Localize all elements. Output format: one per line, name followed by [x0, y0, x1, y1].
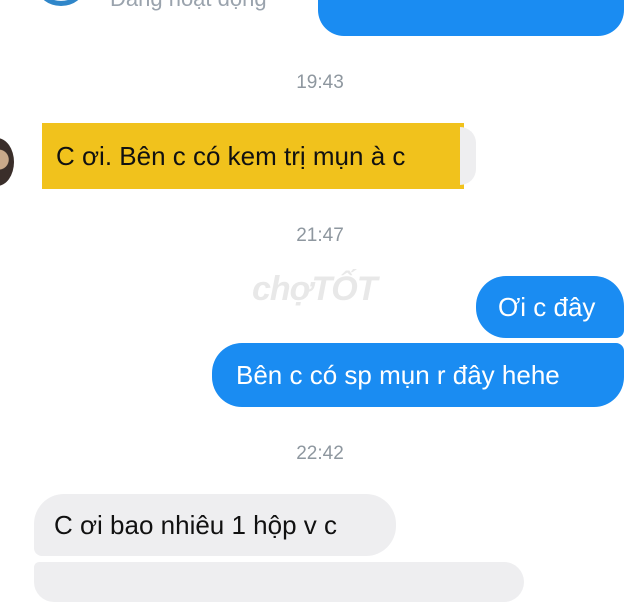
message-bubble-incoming[interactable]: C ơi. Bên c có kem trị mụn à c — [42, 123, 464, 189]
message-text: Bên c có sp mụn r đây hehe — [236, 359, 560, 390]
message-bubble-incoming[interactable]: C ơi bao nhiêu 1 hộp v c — [34, 494, 396, 556]
message-bubble-incoming-edge — [460, 127, 476, 185]
message-bubble-outgoing[interactable]: Ơi c đây — [476, 276, 624, 338]
sender-avatar[interactable] — [0, 138, 14, 186]
message-bubble-incoming-next[interactable] — [34, 562, 524, 602]
message-text: C ơi. Bên c có kem trị mụn à c — [56, 140, 406, 171]
watermark-logo: chợTỐT — [252, 270, 377, 308]
message-text: Ơi c đây — [498, 291, 596, 322]
message-bubble-outgoing[interactable]: Bên c có sp mụn r đây hehe — [212, 343, 624, 407]
message-text: C ơi bao nhiêu 1 hộp v c — [54, 509, 338, 540]
message-bubble-outgoing-previous[interactable] — [318, 0, 624, 36]
contact-status: Đang hoạt động — [110, 0, 267, 12]
message-timestamp: 19:43 — [296, 72, 344, 93]
message-timestamp: 21:47 — [296, 225, 344, 246]
message-timestamp: 22:42 — [296, 443, 344, 464]
contact-avatar[interactable] — [38, 0, 84, 6]
